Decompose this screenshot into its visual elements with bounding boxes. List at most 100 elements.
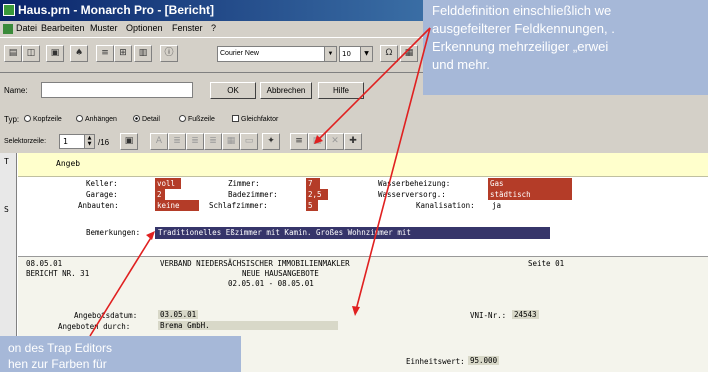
field-label: Schlafzimmer: [209, 201, 268, 210]
menu-muster[interactable]: Muster [90, 23, 118, 33]
callout-line: Erkennung mehrzeiliger „erwei [432, 39, 609, 54]
field-label: Angeboten durch: [58, 322, 131, 331]
selector-label: Selektorzeile: [4, 138, 47, 145]
document-menu-icon[interactable] [3, 24, 13, 34]
preview-icon[interactable]: ◫ [22, 45, 40, 62]
format-icon[interactable]: ▦ [222, 133, 240, 150]
callout-line: Felddefinition einschließlich we [432, 3, 612, 18]
trap-edit-icon[interactable]: ▤ [308, 133, 326, 150]
field-value[interactable]: 5 [306, 200, 318, 211]
copy-icon[interactable]: ▣ [46, 45, 64, 62]
columns-icon[interactable]: ▥ [134, 45, 152, 62]
band-marker-s: S [4, 205, 9, 214]
field-band[interactable]: Keller: voll Garage: 2 Anbauten: keine Z… [18, 177, 708, 257]
font-select[interactable]: Courier New ▼ [217, 46, 337, 62]
field-value[interactable]: 95.000 [468, 356, 500, 365]
open-icon[interactable]: ▤ [4, 45, 22, 62]
menu-datei[interactable]: Datei [16, 23, 37, 33]
radio-label: Detail [142, 116, 160, 123]
field-label: Garage: [86, 190, 118, 199]
callout-line: hen zur Farben für [8, 357, 107, 371]
gleichfaktor-checkbox[interactable]: Gleichfaktor [232, 115, 278, 123]
menu-fenster[interactable]: Fenster [172, 23, 203, 33]
name-input[interactable] [41, 82, 193, 98]
chevron-down-icon[interactable]: ▼ [360, 47, 372, 61]
report-org: VERBAND NIEDERSÄCHSISCHER IMMOBILIENMAKL… [160, 259, 350, 268]
cancel-button[interactable]: Abbrechen [260, 82, 312, 99]
field-label: Kanalisation: [416, 201, 475, 210]
align-center-icon[interactable]: ≣ [186, 133, 204, 150]
radio-label: Anhängen [85, 116, 117, 123]
field-value[interactable]: 24543 [512, 310, 539, 319]
field-value[interactable]: städtisch [488, 189, 572, 200]
field-label: Wasserversorg.: [378, 190, 446, 199]
radio-anhaengen[interactable]: Anhängen [76, 115, 117, 123]
size-select[interactable]: 10 ▼ [339, 46, 373, 62]
callout-trap-editor: on des Trap Editors hen zur Farben für [0, 336, 241, 372]
align-right-icon[interactable]: ≣ [204, 133, 222, 150]
radio-kopfzeile[interactable]: Kopfzeile [24, 115, 62, 123]
callout-line: und mehr. [432, 57, 490, 72]
align-icon[interactable]: ≡ [96, 45, 114, 62]
field-label: Badezimmer: [228, 190, 278, 199]
report-date: 08.05.01 [26, 259, 63, 268]
field-label: Anbauten: [78, 201, 119, 210]
help-button[interactable]: Hilfe [318, 82, 364, 99]
field-value[interactable]: 2,5 [306, 189, 328, 200]
ok-button[interactable]: OK [210, 82, 256, 99]
radio-fusszeile[interactable]: Fußzeile [179, 115, 215, 123]
selector-total: /16 [98, 138, 110, 147]
field-label: Keller: [86, 179, 118, 188]
window-title: Haus.prn - Monarch Pro - [Bericht] [18, 3, 215, 17]
info-icon[interactable]: ⓘ [160, 45, 178, 62]
remarks-field[interactable]: Traditionelles Eßzimmer mit Kamin. Große… [155, 227, 550, 239]
callout-line: on des Trap Editors [8, 341, 113, 355]
field-label: Wasserbeheizung: [378, 179, 451, 188]
menu-help[interactable]: ? [211, 23, 216, 33]
field-value[interactable]: keine [155, 200, 199, 211]
radio-label: Fußzeile [188, 116, 215, 123]
field-value[interactable]: Brema GmbH. [158, 321, 338, 330]
app-icon [3, 4, 15, 16]
report-page: Seite 01 [528, 259, 565, 268]
table-icon[interactable]: ⊞ [114, 45, 132, 62]
field-label: Einheitswert: [406, 357, 465, 366]
clear-icon[interactable]: ▭ [240, 133, 258, 150]
bold-icon[interactable]: A [150, 133, 168, 150]
callout-field-definition: Felddefinition einschließlich we ausgefe… [423, 0, 708, 95]
chevron-down-icon[interactable]: ▼ [324, 47, 336, 61]
size-value: 10 [342, 50, 351, 58]
field-value[interactable]: Gas [488, 178, 572, 189]
field-value[interactable]: 7 [306, 178, 320, 189]
selector-stepper[interactable]: 1 ▲ ▼ [59, 134, 95, 149]
field-label: Bemerkungen: [86, 228, 141, 237]
name-label: Name: [4, 86, 28, 95]
grid-icon[interactable]: ▦ [400, 45, 418, 62]
field-icon[interactable]: ▣ [120, 133, 138, 150]
trap-icon[interactable]: ≡ [290, 133, 308, 150]
stepper-arrows-icon[interactable]: ▲ ▼ [84, 135, 94, 148]
align-left-icon[interactable]: ≣ [168, 133, 186, 150]
trap-clear-icon[interactable]: ✕ [326, 133, 344, 150]
selector-value: 1 [63, 137, 69, 146]
radio-label: Kopfzeile [33, 116, 62, 123]
callout-line: ausgefeilterer Feldkennungen, . [432, 21, 615, 36]
magic-icon[interactable]: ✦ [262, 133, 280, 150]
menu-bearbeiten[interactable]: Bearbeiten [41, 23, 85, 33]
field-value[interactable]: voll [155, 178, 181, 189]
field-label: Angebotsdatum: [74, 311, 138, 320]
field-value[interactable]: 2 [155, 189, 165, 200]
binoculars-icon[interactable]: ♠ [70, 45, 88, 62]
detail-band: Angeb [18, 153, 708, 177]
field-value[interactable]: ja [492, 201, 501, 210]
field-label: VNI-Nr.: [470, 311, 507, 320]
typ-label: Typ: [4, 115, 20, 124]
field-value[interactable]: 03.05.01 [158, 310, 199, 319]
radio-detail[interactable]: Detail [133, 115, 160, 123]
checkbox-label: Gleichfaktor [241, 116, 279, 123]
report-heading: NEUE HAUSANGEBOTE [242, 269, 319, 278]
trap-color-icon[interactable]: ✚ [344, 133, 362, 150]
menu-optionen[interactable]: Optionen [126, 23, 163, 33]
report-range: 02.05.01 - 08.05.01 [228, 279, 314, 288]
format-icon[interactable]: Ω [380, 45, 398, 62]
